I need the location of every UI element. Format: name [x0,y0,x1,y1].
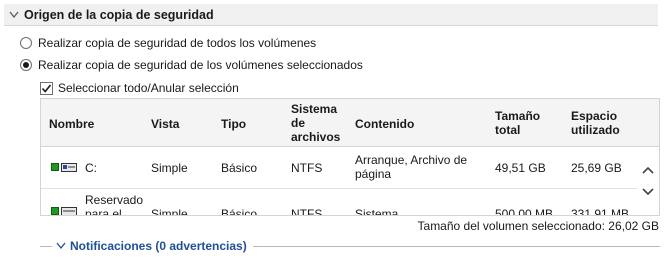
cell-content-l2: página [355,167,392,181]
radio-all-volumes[interactable] [20,37,32,49]
disk-volume-icon [61,207,77,215]
cell-view: Simple [151,161,188,175]
header-content[interactable]: Contenido [355,117,414,131]
selected-volume-indicator-icon[interactable] [51,207,59,215]
volumes-table: Nombre Vista Tipo Sistema de archivos Co… [40,98,660,216]
cell-type: Básico [221,207,258,216]
chevron-down-icon[interactable] [6,11,22,19]
option-all-volumes-label: Realizar copia de seguridad de todos los… [38,36,317,50]
cell-type: Básico [221,161,258,175]
volume-row-icons [51,161,77,173]
selected-volume-indicator-icon[interactable] [51,163,59,171]
cell-used-space: 331,91 MB [571,207,630,216]
backup-source-section-header[interactable]: Origen de la copia de seguridad [4,4,658,26]
notifications-section[interactable]: Notificaciones (0 advertencias) [40,238,660,254]
cell-filesystem: NTFS [291,161,323,175]
select-all-checkbox[interactable] [40,81,53,95]
option-selected-volumes[interactable]: Realizar copia de seguridad de los volúm… [20,57,363,73]
table-row[interactable]: C: Simple Básico NTFS Arranque, Archivo … [41,147,637,189]
cell-filesystem: NTFS [291,207,323,216]
header-total-size[interactable]: Tamaño total [495,109,540,137]
volume-row-icons [51,205,77,215]
chevron-down-icon[interactable] [56,242,66,250]
select-all-label: Seleccionar todo/Anular selección [58,81,239,95]
table-row[interactable]: Reservado para el Simple Básico NTFS Sis… [41,189,637,216]
header-view[interactable]: Vista [151,117,179,131]
header-filesystem-l3: archivos [291,130,341,144]
cell-total-size: 500,00 MB [495,207,554,216]
cell-total-size: 49,51 GB [495,161,546,175]
header-total-size-l2: total [495,123,521,137]
header-total-size-l1: Tamaño [495,109,541,123]
cell-name-l1: Reservado [85,193,144,207]
table-header: Nombre Vista Tipo Sistema de archivos Co… [41,99,659,147]
section-title: Origen de la copia de seguridad [24,7,214,22]
cell-view: Simple [151,207,188,216]
cell-content-l1: Arranque, Archivo de [355,153,468,167]
option-all-volumes[interactable]: Realizar copia de seguridad de todos los… [20,35,316,51]
scroll-down-icon[interactable] [641,185,655,199]
header-filesystem-l1: Sistema [291,102,338,116]
cell-name-l2: para el [85,207,122,216]
cell-name: C: [85,161,97,175]
header-name[interactable]: Nombre [49,117,94,131]
header-used-space[interactable]: Espacio utilizado [571,109,620,137]
scroll-up-icon[interactable] [641,163,655,177]
radio-selected-dot [23,62,29,68]
header-filesystem-l2: de [291,116,306,130]
header-type[interactable]: Tipo [221,117,246,131]
cell-content: Sistema [355,207,399,216]
cell-used-space: 25,69 GB [571,161,622,175]
select-all-row[interactable]: Seleccionar todo/Anular selección [40,80,239,96]
selected-volume-size-summary: Tamaño del volumen seleccionado: 26,02 G… [417,219,659,233]
header-filesystem[interactable]: Sistema de archivos [291,102,340,144]
divider-left [40,245,52,247]
header-used-space-l1: Espacio [571,109,618,123]
radio-selected-volumes[interactable] [20,59,32,71]
divider-right [252,245,660,247]
header-used-space-l2: utilizado [571,123,620,137]
option-selected-volumes-label: Realizar copia de seguridad de los volúm… [38,58,363,72]
notifications-label[interactable]: Notificaciones (0 advertencias) [70,239,247,253]
cell-name: Reservado para el [85,193,144,216]
cell-content: Arranque, Archivo de página [355,153,467,181]
disk-volume-icon [61,163,77,172]
table-scrollbar[interactable] [637,147,659,215]
